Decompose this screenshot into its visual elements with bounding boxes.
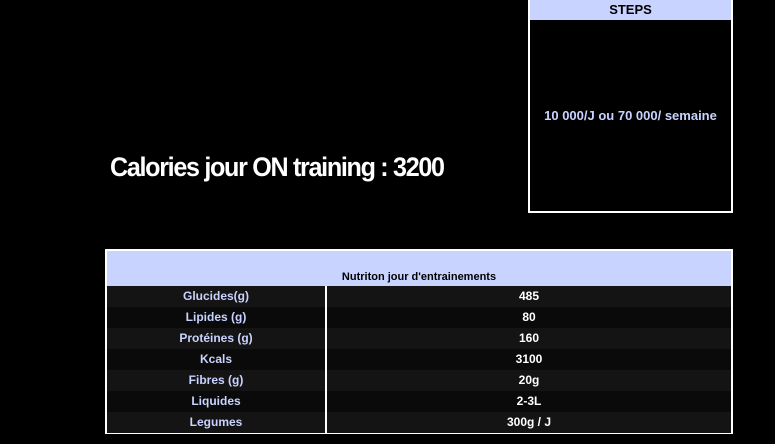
nutrition-rows: Glucides(g) 485 Lipides (g) 80 Protéines…: [107, 286, 731, 433]
row-label: Liquides: [107, 391, 327, 412]
row-label: Fibres (g): [107, 370, 327, 391]
row-label: Glucides(g): [107, 286, 327, 307]
steps-header: STEPS: [530, 0, 731, 20]
table-row: Lipides (g) 80: [107, 307, 731, 328]
nutrition-table-header: Nutriton jour d'entrainements: [107, 251, 731, 286]
row-label: Lipides (g): [107, 307, 327, 328]
row-value: 20g: [518, 373, 540, 387]
row-label: Kcals: [107, 349, 327, 370]
row-label: Protéines (g): [107, 328, 327, 349]
table-row: Liquides 2-3L: [107, 391, 731, 412]
calories-title: Calories jour ON training : 3200: [110, 152, 445, 182]
table-row: Glucides(g) 485: [107, 286, 731, 307]
row-value: 3100: [515, 352, 543, 366]
row-value: 160: [518, 331, 540, 345]
row-value: 2-3L: [516, 394, 542, 408]
row-label: Legumes: [107, 412, 327, 433]
nutrition-table: Nutriton jour d'entrainements Glucides(g…: [105, 249, 733, 434]
table-row: Protéines (g) 160: [107, 328, 731, 349]
table-row: Legumes 300g / J: [107, 412, 731, 433]
table-row: Kcals 3100: [107, 349, 731, 370]
steps-box: STEPS 10 000/J ou 70 000/ semaine: [528, 0, 733, 213]
steps-value: 10 000/J ou 70 000/ semaine: [544, 108, 717, 123]
row-value: 300g / J: [506, 415, 552, 429]
table-row: Fibres (g) 20g: [107, 370, 731, 391]
row-value: 485: [518, 289, 540, 303]
row-value: 80: [522, 310, 536, 324]
